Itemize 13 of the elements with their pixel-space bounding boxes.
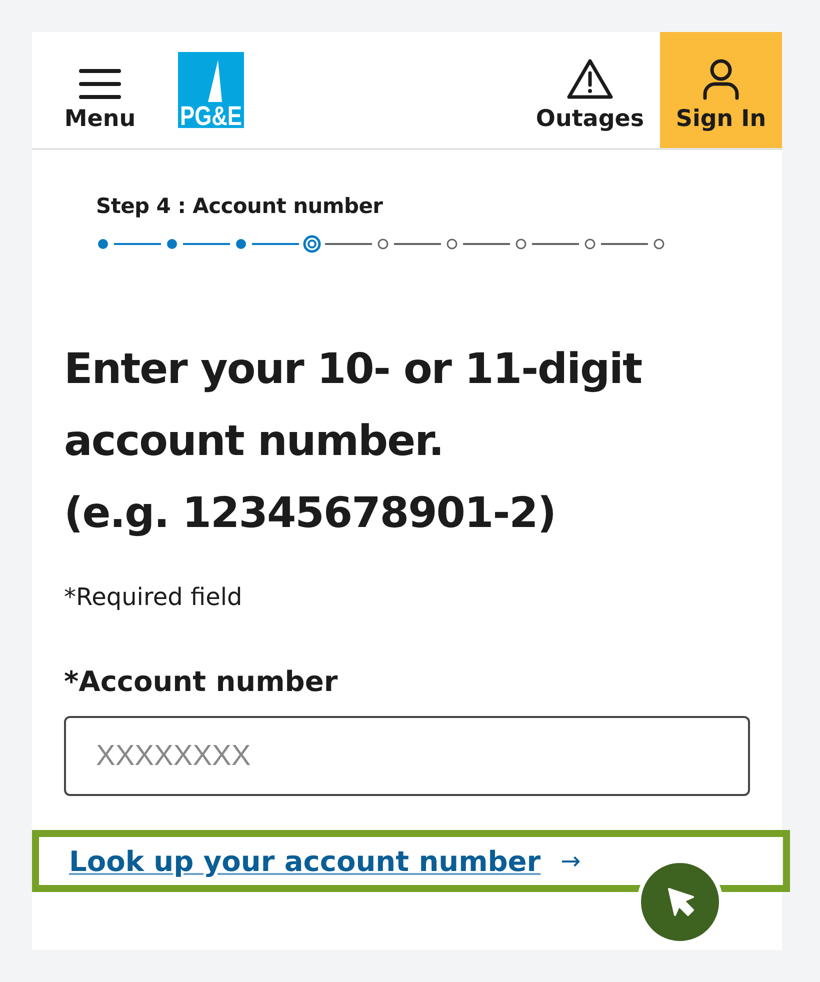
- menu-icon: [79, 68, 121, 100]
- field-label: *Account number: [64, 665, 339, 698]
- heading: Enter your 10- or 11-digit account number. (e.g. 12345678901-2): [64, 343, 643, 539]
- sign-in-button[interactable]: Sign In: [660, 32, 782, 148]
- required-note: *Required field: [64, 583, 244, 611]
- warning-icon: [566, 58, 614, 100]
- arrow-icon: →: [560, 847, 581, 875]
- outages-button[interactable]: Outages: [520, 32, 660, 148]
- user-icon: [702, 58, 740, 100]
- menu-button[interactable]: Menu: [32, 32, 168, 148]
- step-title: Step 4 : Account number: [96, 194, 384, 218]
- lookup-link[interactable]: Look up your account number: [69, 844, 541, 878]
- account-number-field[interactable]: XXXXXXXX: [64, 716, 750, 796]
